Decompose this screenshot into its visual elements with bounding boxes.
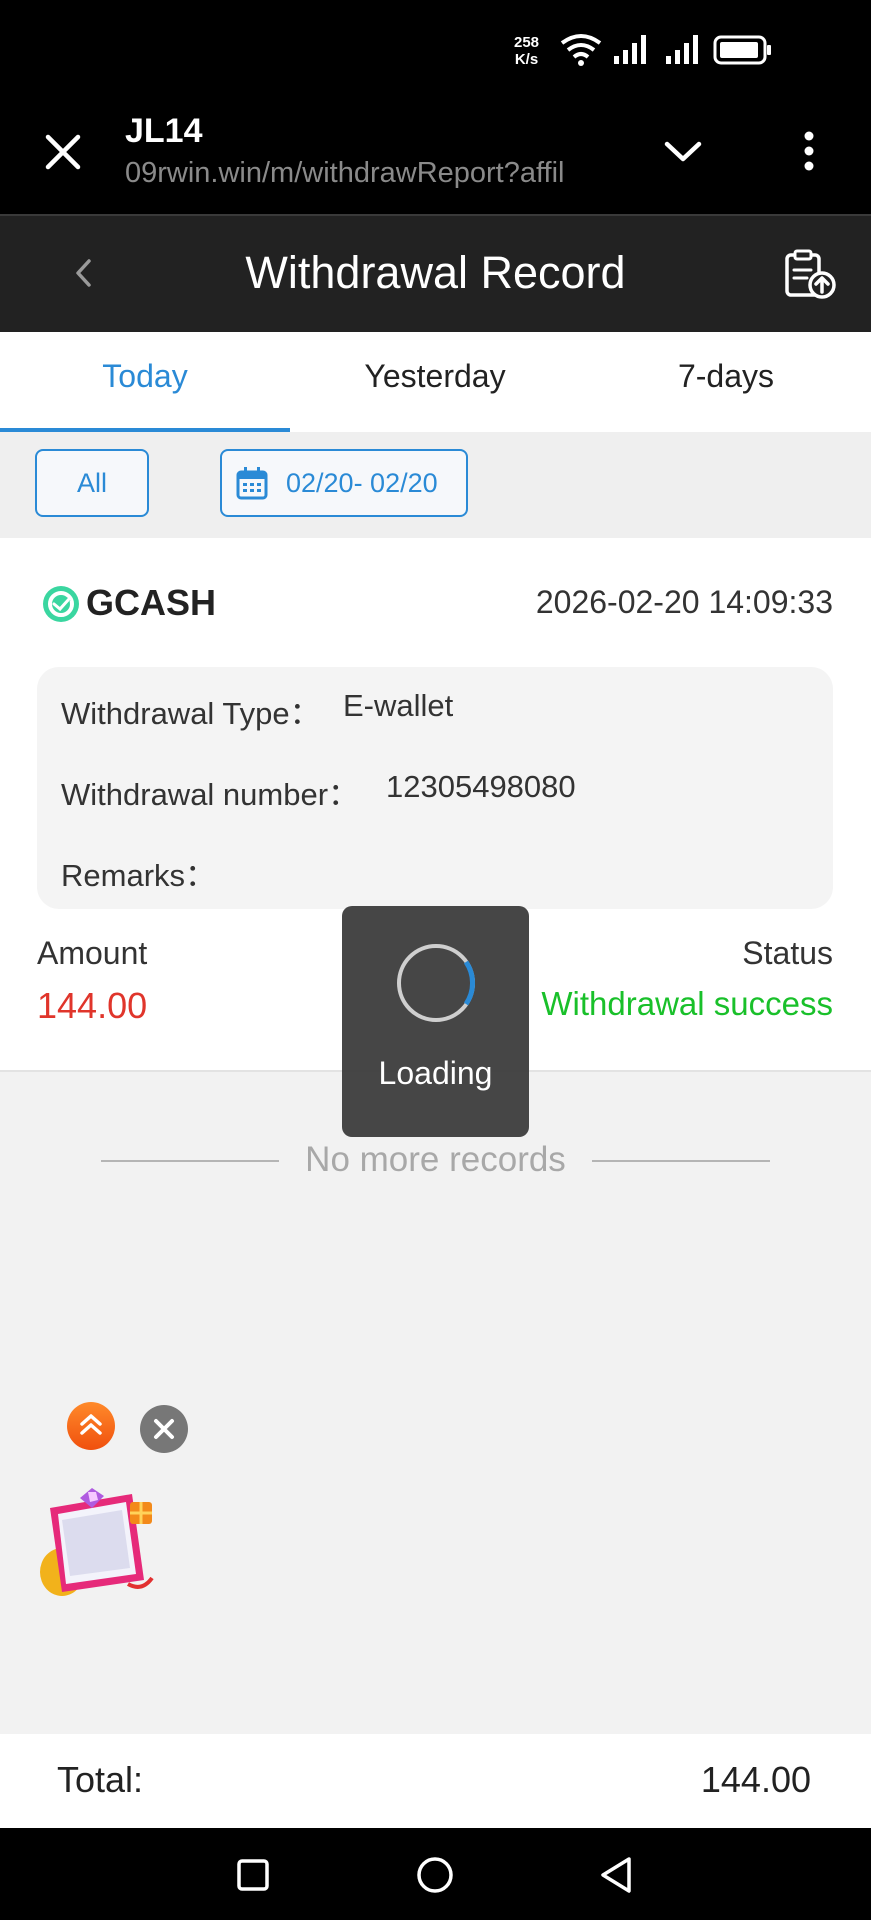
withdrawal-type-value: E-wallet	[343, 688, 454, 723]
calendar-icon	[236, 467, 268, 500]
browser-url[interactable]: 09rwin.win/m/withdrawReport?affil	[125, 157, 625, 190]
filter-all-label: All	[76, 467, 107, 498]
filter-all-button[interactable]: All	[35, 449, 149, 517]
network-speed-value: 258	[514, 34, 540, 51]
total-value: 144.00	[700, 1759, 811, 1800]
withdrawal-type-label: Withdrawal Type：	[61, 696, 321, 731]
loading-label: Loading	[378, 1055, 493, 1091]
browser-page-title: JL14	[125, 112, 203, 150]
carrier-label: SMART TM	[32, 30, 100, 72]
clock: 2:33	[104, 30, 173, 68]
promo-gift-icon[interactable]	[32, 1480, 160, 1604]
battery-level: 83%	[776, 31, 841, 67]
wifi-icon	[560, 34, 602, 66]
close-icon	[154, 1419, 174, 1439]
remarks-label: Remarks：	[61, 858, 217, 893]
divider-right	[592, 1160, 770, 1162]
chevron-down-icon[interactable]	[664, 140, 702, 164]
battery-icon	[713, 35, 771, 65]
recents-icon[interactable]	[236, 1858, 270, 1892]
status-value: Withdrawal success	[541, 985, 833, 1022]
back-nav-icon[interactable]	[598, 1855, 634, 1895]
gcash-logo-icon	[43, 586, 79, 622]
page-title: Withdrawal Record	[245, 247, 626, 298]
close-icon[interactable]	[44, 133, 82, 171]
close-promo-button[interactable]	[140, 1405, 188, 1453]
record-datetime: 2026-02-20 14:09:33	[535, 584, 833, 620]
network-speed-unit: K/s	[514, 51, 539, 68]
date-range-button[interactable]: 02/20- 02/20	[220, 449, 468, 517]
amount-label: Amount	[37, 935, 148, 971]
loading-spinner-icon	[397, 944, 475, 1022]
withdrawal-number-label: Withdrawal number：	[61, 777, 360, 812]
tab-yesterday[interactable]: Yesterday	[290, 358, 580, 395]
date-range-label: 02/20- 02/20	[286, 467, 438, 498]
network-speed: 258 K/s	[514, 34, 539, 68]
more-options-icon[interactable]	[797, 130, 821, 174]
total-label: Total:	[57, 1759, 144, 1800]
status-label: Status	[742, 935, 833, 971]
withdrawal-number-value: 12305498080	[386, 769, 576, 804]
amount-value: 144.00	[37, 985, 148, 1026]
payment-method: GCASH	[86, 582, 217, 623]
signal-icon-1	[614, 35, 646, 64]
signal-icon-2	[666, 35, 698, 64]
double-chevron-up-icon	[80, 1414, 102, 1435]
home-icon[interactable]	[415, 1855, 455, 1895]
clipboard-upload-icon[interactable]	[783, 248, 837, 300]
tab-7-days[interactable]: 7-days	[581, 358, 871, 395]
scroll-top-button[interactable]	[67, 1402, 115, 1450]
tab-today[interactable]: Today	[0, 358, 290, 395]
